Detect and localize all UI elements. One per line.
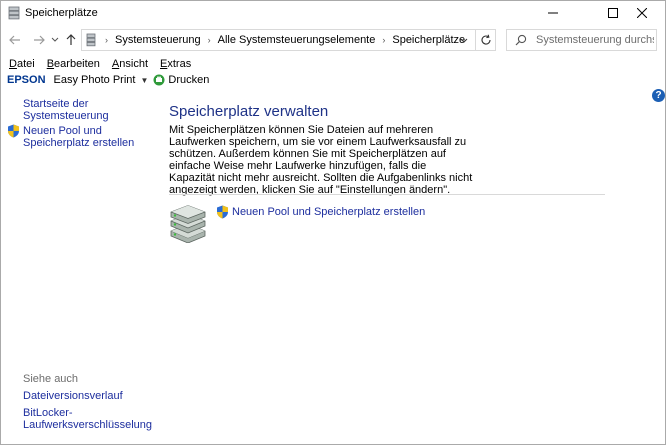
minimize-button[interactable] (530, 1, 576, 25)
menu-bar: Datei Bearbeiten Ansicht Extras (1, 56, 195, 72)
menu-ansicht-label: nsicht (119, 58, 149, 70)
breadcrumb-item-systemsteuerung[interactable]: Systemsteuerung (115, 34, 201, 46)
easy-photo-print-button[interactable]: Easy Photo Print (54, 74, 136, 86)
menu-datei-label: atei (16, 58, 35, 70)
help-button[interactable]: ? (652, 89, 665, 102)
left-pane: Startseite der Systemsteuerung Neuen Poo… (1, 89, 153, 444)
search-input[interactable] (536, 32, 654, 48)
epson-logo: EPSON (7, 74, 46, 86)
window: Speicherplätze › Systemsteuerung › Alle … (0, 0, 666, 445)
bitlocker-link[interactable]: BitLocker-Laufwerksverschlüsselung (23, 407, 152, 431)
title-bar[interactable]: Speicherplätze (1, 1, 665, 25)
arrow-up-icon (66, 34, 76, 45)
breadcrumb-separator-icon[interactable]: › (105, 35, 108, 45)
chevron-down-icon (51, 37, 59, 42)
arrow-left-icon (9, 35, 20, 45)
refresh-icon (481, 34, 491, 45)
recent-locations-button[interactable] (50, 31, 60, 49)
menu-bearbeiten-label: earbeiten (54, 58, 100, 70)
address-bar[interactable]: › Systemsteuerung › Alle Systemsteuerung… (81, 29, 496, 51)
sidebar-new-pool-link[interactable]: Neuen Pool und Speicherplatz erstellen (23, 125, 151, 149)
menu-extras[interactable]: Extras (152, 56, 191, 72)
refresh-button[interactable] (475, 30, 495, 50)
menu-bearbeiten-accel: B (46, 58, 55, 70)
breadcrumb: › Systemsteuerung › Alle Systemsteuerung… (98, 34, 465, 46)
breadcrumb-separator-icon[interactable]: › (208, 35, 211, 45)
minimize-icon (548, 12, 558, 14)
back-button[interactable] (6, 31, 24, 49)
description-text: Mit Speicherplätzen können Sie Dateien a… (169, 124, 473, 196)
storage-spaces-app-icon (8, 6, 20, 20)
menu-datei[interactable]: Datei (1, 56, 35, 72)
print-button[interactable]: Drucken (168, 74, 209, 86)
uac-shield-icon (8, 124, 19, 138)
control-panel-home-link[interactable]: Startseite der Systemsteuerung (23, 98, 153, 122)
menu-ansicht[interactable]: Ansicht (104, 56, 148, 72)
menu-extras-label: xtras (167, 58, 192, 70)
maximize-icon (608, 8, 618, 18)
breadcrumb-item-storage-spaces[interactable]: Speicherplätze (392, 34, 465, 46)
search-icon (515, 34, 527, 46)
menu-datei-accel: D (9, 58, 17, 70)
up-button[interactable] (62, 31, 80, 49)
storage-drives-icon (170, 205, 206, 243)
search-box[interactable] (506, 29, 657, 51)
menu-bearbeiten[interactable]: Bearbeiten (39, 56, 100, 72)
forward-button[interactable] (30, 31, 48, 49)
window-title: Speicherplätze (25, 7, 98, 19)
address-history-button[interactable] (458, 34, 470, 48)
breadcrumb-item-all-elements[interactable]: Alle Systemsteuerungselemente (218, 34, 376, 46)
print-icon (153, 74, 165, 86)
epson-toolbar: EPSON Easy Photo Print ▼ Drucken (1, 72, 209, 88)
caret-down-icon[interactable]: ▼ (140, 76, 148, 85)
close-icon (637, 8, 647, 18)
see-also-heading: Siehe auch (23, 373, 79, 385)
close-button[interactable] (619, 1, 665, 25)
file-history-link[interactable]: Dateiversionsverlauf (23, 390, 123, 402)
page-title: Speicherplatz verwalten (169, 103, 329, 120)
storage-spaces-icon (86, 33, 96, 47)
arrow-right-icon (34, 35, 45, 45)
uac-shield-icon (217, 205, 228, 219)
divider (169, 194, 605, 195)
navigation-bar: › Systemsteuerung › Alle Systemsteuerung… (1, 27, 665, 53)
chevron-down-icon (460, 38, 468, 43)
create-pool-task-link[interactable]: Neuen Pool und Speicherplatz erstellen (232, 206, 425, 218)
breadcrumb-separator-icon[interactable]: › (382, 35, 385, 45)
